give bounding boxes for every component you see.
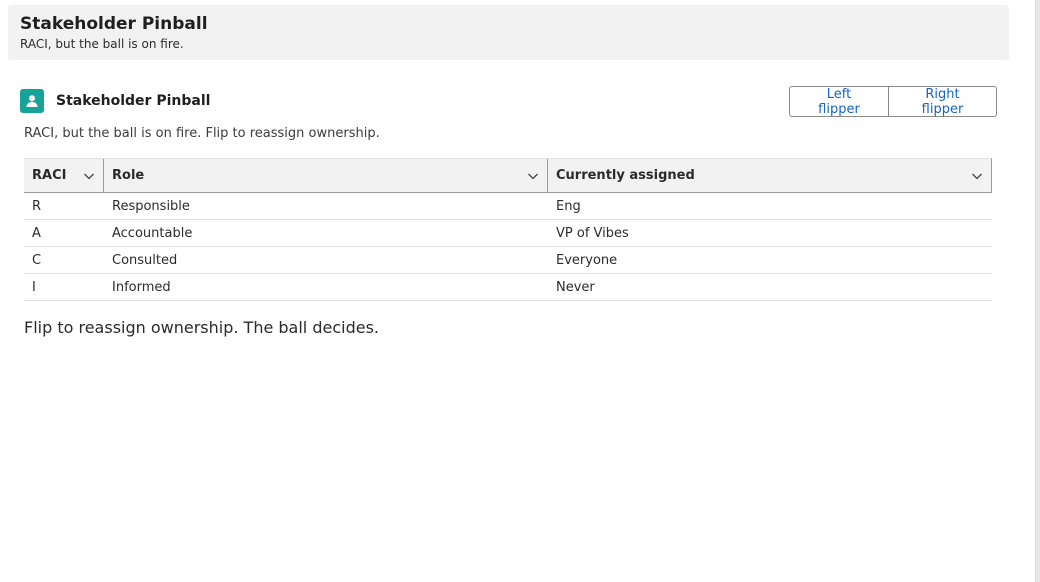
user-icon — [20, 89, 44, 113]
raci-cell: R — [32, 198, 42, 214]
left-flipper-button[interactable]: Left flipper — [789, 86, 889, 117]
role-cell: Informed — [112, 279, 171, 295]
right-flipper-button[interactable]: Right flipper — [889, 86, 997, 117]
chevron-down-icon[interactable] — [971, 170, 983, 182]
column-header-assigned[interactable]: Currently assigned — [548, 159, 991, 192]
card-header: Stakeholder Pinball — [20, 89, 210, 113]
flipper-button-group: Left flipper Right flipper — [789, 86, 997, 117]
table-header: RACI Role Currently assigned — [24, 158, 992, 193]
window-scrollbar[interactable] — [1035, 0, 1040, 582]
page-subtitle: RACI, but the ball is on fire. — [20, 37, 184, 51]
card-description: RACI, but the ball is on fire. Flip to r… — [24, 126, 380, 141]
raci-cell: A — [32, 225, 41, 241]
page-header: Stakeholder Pinball RACI, but the ball i… — [8, 5, 1009, 60]
raci-cell: I — [32, 279, 36, 295]
table-row[interactable]: A Accountable VP of Vibes — [24, 220, 992, 247]
footer-text: Flip to reassign ownership. The ball dec… — [24, 318, 379, 337]
assigned-cell: VP of Vibes — [556, 225, 629, 241]
raci-cell: C — [32, 252, 42, 268]
assigned-cell: Eng — [556, 198, 581, 214]
chevron-down-icon[interactable] — [527, 170, 539, 182]
card-title: Stakeholder Pinball — [56, 93, 211, 109]
assigned-cell: Never — [556, 279, 595, 295]
page-title: Stakeholder Pinball — [20, 14, 208, 34]
column-header-role[interactable]: Role — [104, 159, 548, 192]
role-cell: Consulted — [112, 252, 178, 268]
table-row[interactable]: I Informed Never — [24, 274, 992, 301]
column-header-label: Currently assigned — [556, 168, 695, 183]
table-row[interactable]: R Responsible Eng — [24, 193, 992, 220]
role-cell: Accountable — [112, 225, 193, 241]
column-header-label: RACI — [32, 168, 67, 183]
raci-table: RACI Role Currently assigned R Responsib… — [24, 158, 992, 301]
table-row[interactable]: C Consulted Everyone — [24, 247, 992, 274]
role-cell: Responsible — [112, 198, 190, 214]
assigned-cell: Everyone — [556, 252, 618, 268]
column-header-raci[interactable]: RACI — [24, 159, 104, 192]
chevron-down-icon[interactable] — [83, 170, 95, 182]
column-header-label: Role — [112, 168, 145, 183]
